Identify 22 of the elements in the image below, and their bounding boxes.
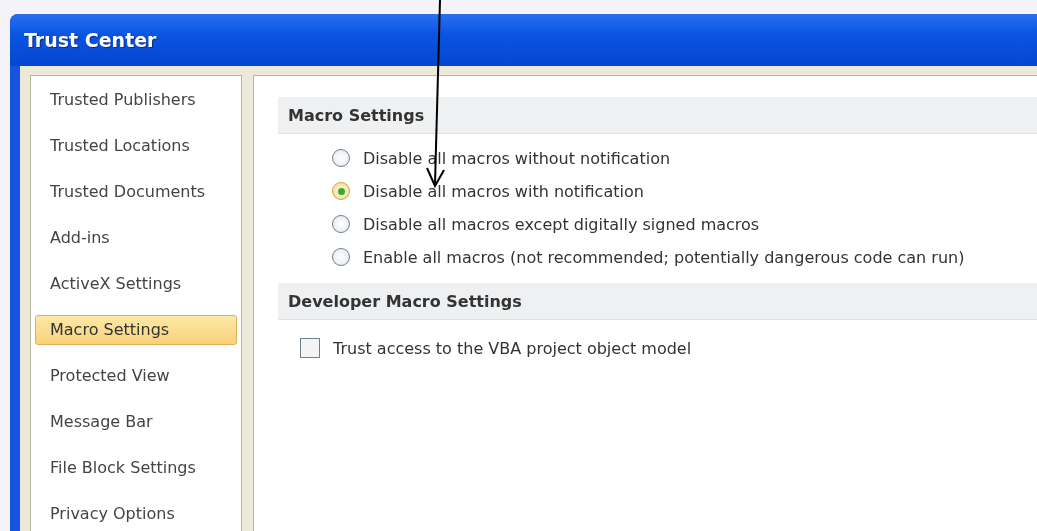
window-title: Trust Center: [24, 29, 157, 51]
sidebar-item[interactable]: Trusted Locations: [35, 131, 237, 161]
sidebar-item[interactable]: Trusted Publishers: [35, 85, 237, 115]
sidebar-item[interactable]: File Block Settings: [35, 453, 237, 483]
sidebar-item[interactable]: Protected View: [35, 361, 237, 391]
checkbox[interactable]: [300, 338, 320, 358]
option-label: Trust access to the VBA project object model: [333, 338, 692, 358]
radio-button[interactable]: [332, 149, 350, 167]
sidebar-item[interactable]: Trusted Documents: [35, 177, 237, 207]
sidebar-item[interactable]: ActiveX Settings: [35, 269, 237, 299]
radio-button[interactable]: [332, 248, 350, 266]
sidebar-item[interactable]: Add-ins: [35, 223, 237, 253]
section-title: Developer Macro Settings: [288, 291, 522, 311]
option-label: Disable all macros with notification: [363, 181, 644, 201]
sidebar-item[interactable]: Message Bar: [35, 407, 237, 437]
radio-button[interactable]: [332, 215, 350, 233]
option-label: Disable all macros except digitally signed macros: [363, 214, 760, 234]
option-label: Enable all macros (not recommended; potentially dangerous code can run): [363, 247, 965, 267]
section-title: Macro Settings: [288, 105, 425, 125]
sidebar-item[interactable]: Privacy Options: [35, 499, 237, 529]
radio-button[interactable]: [332, 182, 350, 200]
sidebar-item[interactable]: Macro Settings: [35, 315, 237, 345]
